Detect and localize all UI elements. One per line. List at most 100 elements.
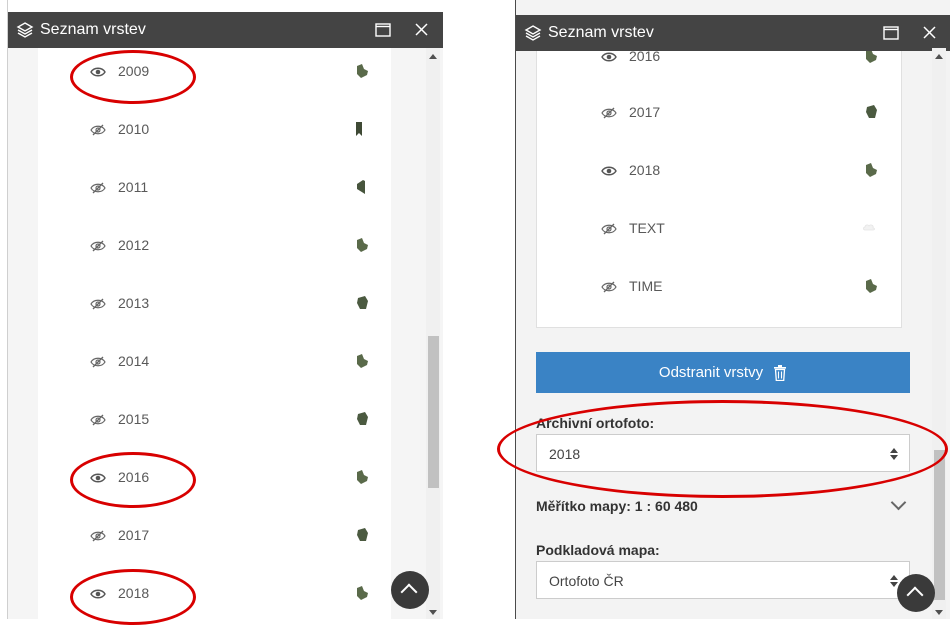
layer-list-panel-left: Seznam vrstev 2009 2010 2011 2012 2013 2… — [7, 0, 443, 619]
cloud-icon — [863, 224, 875, 231]
eye-hidden-icon[interactable] — [90, 124, 106, 136]
maximize-button[interactable] — [375, 23, 391, 37]
eye-hidden-icon[interactable] — [90, 240, 106, 252]
eye-hidden-icon[interactable] — [90, 298, 106, 310]
layer-thumbnail — [355, 584, 369, 602]
archive-ortophoto-label: Archivní ortofoto: — [536, 415, 655, 431]
eye-open-icon[interactable] — [601, 165, 617, 177]
chevron-down-icon — [890, 494, 907, 511]
select-arrows-icon — [890, 448, 898, 460]
close-button[interactable] — [414, 22, 429, 37]
layer-label: 2016 — [629, 51, 661, 64]
layer-thumbnail — [864, 51, 878, 65]
scroll-up-arrow[interactable] — [429, 54, 437, 59]
archive-ortophoto-value: 2018 — [549, 446, 581, 462]
layer-label: 2016 — [118, 469, 150, 485]
chevron-up-icon — [906, 586, 924, 604]
layer-row-2013[interactable]: 2013 — [38, 286, 391, 326]
chevron-up-icon — [400, 583, 418, 601]
layer-row-2011[interactable]: 2011 — [38, 170, 391, 210]
eye-open-icon[interactable] — [601, 51, 617, 63]
layer-row-2018[interactable]: 2018 — [38, 576, 391, 616]
layer-thumbnail — [355, 410, 369, 428]
layer-thumbnail — [352, 120, 366, 138]
layer-label: 2014 — [118, 353, 150, 369]
eye-open-icon[interactable] — [90, 472, 106, 484]
layer-thumbnail — [864, 161, 878, 179]
scrollbar-thumb[interactable] — [934, 450, 945, 600]
layer-thumbnail — [355, 294, 369, 312]
panel-titlebar: Seznam vrstev — [516, 15, 950, 51]
eye-hidden-icon[interactable] — [90, 530, 106, 542]
maximize-button[interactable] — [883, 26, 899, 40]
panel-title: Seznam vrstev — [40, 21, 146, 38]
layer-list: 2009 2010 2011 2012 2013 2014 2015 2016 … — [38, 48, 391, 619]
layers-icon — [524, 25, 542, 41]
layer-thumbnail — [355, 526, 369, 544]
layer-label: 2009 — [118, 63, 150, 79]
layer-row-text[interactable]: TEXT — [537, 211, 901, 251]
archive-ortophoto-select[interactable]: 2018 — [536, 434, 910, 472]
layer-thumbnail — [864, 103, 878, 121]
layer-list-content: 2016 2017 2018 TEXT TIME Odstranit vrstv… — [516, 51, 950, 619]
panel-title: Seznam vrstev — [548, 24, 654, 41]
layer-label: 2018 — [118, 585, 150, 601]
layers-icon — [16, 22, 34, 38]
eye-open-icon[interactable] — [90, 588, 106, 600]
layer-row-2012[interactable]: 2012 — [38, 228, 391, 268]
eye-hidden-icon[interactable] — [90, 182, 106, 194]
layer-row-2009[interactable]: 2009 — [38, 54, 391, 94]
layer-row-time[interactable]: TIME — [537, 269, 901, 309]
map-scale-label: Měřítko mapy: 1 : 60 480 — [536, 498, 698, 514]
layer-thumbnail — [355, 236, 369, 254]
layer-label: 2018 — [629, 162, 661, 178]
layer-label: 2015 — [118, 411, 150, 427]
layer-label: 2013 — [118, 295, 150, 311]
basemap-value: Ortofoto ČR — [549, 573, 624, 589]
layer-label: 2011 — [118, 179, 149, 195]
scroll-up-arrow[interactable] — [935, 54, 943, 59]
trash-icon — [774, 364, 787, 381]
scroll-to-top-button[interactable] — [391, 571, 429, 609]
layer-row-2017[interactable]: 2017 — [537, 95, 901, 135]
remove-layers-label: Odstranit vrstvy — [658, 364, 764, 381]
layer-row-2018[interactable]: 2018 — [537, 153, 901, 193]
close-button[interactable] — [922, 25, 937, 40]
scroll-to-top-button[interactable] — [897, 574, 935, 612]
layer-row-2017[interactable]: 2017 — [38, 518, 391, 558]
eye-hidden-icon[interactable] — [601, 223, 617, 235]
layer-label: 2017 — [118, 527, 150, 543]
layer-row-2016[interactable]: 2016 — [38, 460, 391, 500]
panel-titlebar: Seznam vrstev — [8, 12, 443, 48]
scrollbar[interactable] — [426, 48, 440, 619]
layer-thumbnail — [355, 468, 369, 486]
remove-layers-button[interactable]: Odstranit vrstvy — [536, 352, 910, 393]
layer-label: TEXT — [629, 220, 665, 236]
layer-list-panel-right: Seznam vrstev 2016 2017 2018 TEXT TIME O… — [515, 0, 950, 619]
basemap-label: Podkladová mapa: — [536, 542, 660, 558]
eye-hidden-icon[interactable] — [90, 356, 106, 368]
scrollbar-thumb[interactable] — [428, 336, 439, 488]
layer-label: 2012 — [118, 237, 150, 253]
layer-row-2016[interactable]: 2016 — [537, 51, 901, 79]
layer-row-2014[interactable]: 2014 — [38, 344, 391, 384]
eye-hidden-icon[interactable] — [90, 414, 106, 426]
layer-thumbnail — [354, 178, 368, 196]
eye-hidden-icon[interactable] — [601, 281, 617, 293]
scroll-down-arrow[interactable] — [429, 610, 437, 615]
eye-open-icon[interactable] — [90, 66, 106, 78]
layer-thumbnail — [355, 352, 369, 370]
layer-list: 2016 2017 2018 TEXT TIME — [536, 51, 902, 328]
layer-label: 2017 — [629, 104, 661, 120]
layer-row-2015[interactable]: 2015 — [38, 402, 391, 442]
map-scale-row[interactable]: Měřítko mapy: 1 : 60 480 — [536, 494, 910, 522]
layer-thumbnail — [864, 277, 878, 295]
layer-label: 2010 — [118, 121, 150, 137]
layer-list-content: 2009 2010 2011 2012 2013 2014 2015 2016 … — [8, 48, 443, 619]
basemap-select[interactable]: Ortofoto ČR — [536, 561, 910, 599]
scroll-down-arrow[interactable] — [935, 610, 943, 615]
eye-hidden-icon[interactable] — [601, 107, 617, 119]
layer-row-2010[interactable]: 2010 — [38, 112, 391, 152]
scrollbar[interactable] — [932, 48, 946, 619]
layer-label: TIME — [629, 278, 663, 294]
